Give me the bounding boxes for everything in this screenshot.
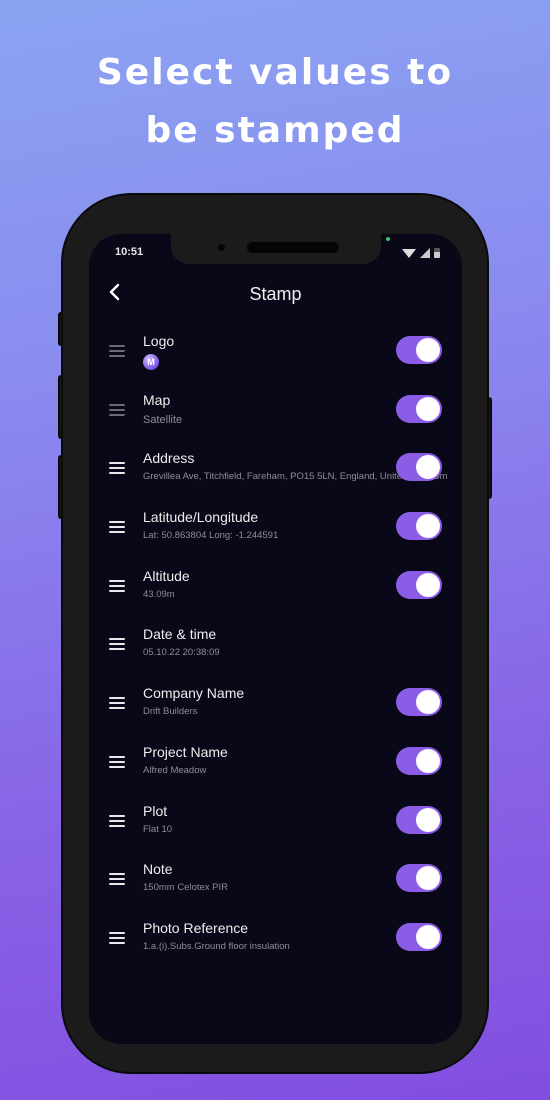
toggle-knob — [416, 455, 440, 480]
drag-handle-icon[interactable] — [109, 345, 125, 357]
drag-handle-icon[interactable] — [109, 931, 125, 944]
field-value: Alfred Meadow — [143, 764, 207, 776]
toggle-knob — [416, 338, 440, 362]
list-item: Note 150mm Celotex PIR — [89, 856, 462, 915]
privacy-indicator-icon — [386, 237, 390, 241]
list-item: Latitude/Longitude Lat: 50.863804 Long: … — [89, 504, 462, 563]
field-value: Flat 10 — [143, 823, 173, 835]
drag-handle-icon[interactable] — [109, 873, 125, 886]
field-label: Address — [143, 450, 195, 467]
logo-icon: M — [143, 354, 159, 370]
phone-screen: 10:51 Stamp Logo M Map Satellite Address… — [89, 234, 462, 1044]
page-title: Stamp — [249, 284, 302, 304]
list-item: Altitude 43.09m — [89, 563, 462, 622]
app-bar: Stamp — [89, 276, 462, 310]
toggle-knob — [416, 924, 440, 949]
field-value: Drift Builders — [143, 706, 198, 718]
field-value: Satellite — [143, 413, 183, 426]
field-toggle[interactable] — [396, 746, 442, 775]
signal-icon — [420, 248, 430, 258]
list-item: Date & time 05.10.22 20:38:09 — [89, 621, 462, 680]
notch — [171, 234, 381, 264]
field-value: Lat: 50.863804 Long: -1.244591 — [143, 530, 279, 542]
drag-handle-icon[interactable] — [109, 638, 125, 651]
list-item: Logo M — [89, 328, 462, 387]
field-label: Plot — [143, 802, 168, 819]
toggle-knob — [416, 866, 440, 891]
field-value: 05.10.22 20:38:09 — [143, 647, 220, 659]
camera-icon — [218, 244, 225, 251]
field-toggle[interactable] — [396, 864, 442, 893]
headline-line-2: be stamped — [145, 110, 405, 151]
list-item: Company Name Drift Builders — [89, 680, 462, 739]
drag-handle-icon[interactable] — [109, 755, 125, 768]
drag-handle-icon[interactable] — [109, 521, 125, 534]
field-toggle[interactable] — [396, 453, 442, 482]
field-label: Altitude — [143, 567, 190, 584]
field-label: Photo Reference — [143, 919, 249, 936]
field-label: Logo — [143, 333, 175, 349]
wifi-icon — [402, 248, 416, 258]
field-value: 1.a.(i).Subs.Ground floor insulation — [143, 940, 290, 952]
status-icons — [402, 248, 440, 258]
drag-handle-icon[interactable] — [109, 697, 125, 710]
list-item: Address Grevillea Ave, Titchfield, Fareh… — [89, 445, 462, 504]
toggle-knob — [416, 690, 440, 715]
field-toggle[interactable] — [396, 512, 442, 541]
toggle-knob — [416, 807, 440, 832]
status-time: 10:51 — [115, 246, 144, 258]
speaker-grille — [247, 242, 339, 253]
field-value: 150mm Celotex PIR — [143, 882, 229, 894]
toggle-knob — [416, 396, 440, 421]
list-item: Photo Reference 1.a.(i).Subs.Ground floo… — [89, 915, 462, 974]
promo-headline: Select values to be stamped — [0, 44, 550, 160]
field-toggle[interactable] — [396, 922, 442, 951]
field-toggle[interactable] — [396, 805, 442, 834]
field-label: Latitude/Longitude — [143, 509, 259, 526]
field-label: Note — [143, 861, 173, 878]
field-toggle[interactable] — [396, 688, 442, 717]
field-toggle[interactable] — [396, 394, 442, 423]
field-toggle[interactable] — [396, 336, 442, 364]
list-item: Map Satellite — [89, 387, 462, 446]
list-item: Project Name Alfred Meadow — [89, 739, 462, 798]
toggle-knob — [416, 514, 440, 539]
battery-icon — [434, 248, 440, 258]
drag-handle-icon[interactable] — [109, 579, 125, 592]
field-value: 43.09m — [143, 588, 175, 600]
field-label: Map — [143, 391, 171, 408]
drag-handle-icon[interactable] — [109, 462, 125, 475]
toggle-knob — [416, 572, 440, 597]
field-label: Project Name — [143, 743, 228, 760]
field-label: Company Name — [143, 685, 245, 702]
toggle-knob — [416, 748, 440, 773]
drag-handle-icon[interactable] — [109, 403, 125, 416]
list-item: Plot Flat 10 — [89, 798, 462, 857]
field-toggle[interactable] — [396, 570, 442, 599]
headline-line-1: Select values to — [96, 52, 454, 93]
field-label: Date & time — [143, 626, 217, 643]
drag-handle-icon[interactable] — [109, 814, 125, 827]
stamp-fields-list: Logo M Map Satellite Address Grevillea A… — [89, 328, 462, 974]
